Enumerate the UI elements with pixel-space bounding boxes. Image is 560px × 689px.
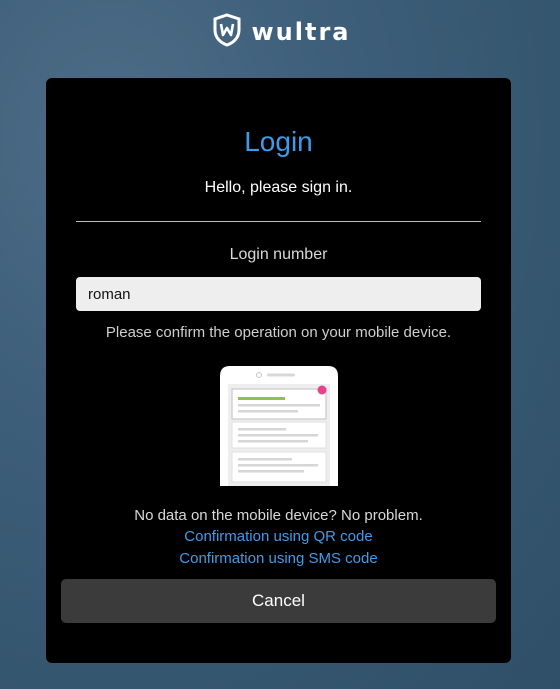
login-number-input[interactable] xyxy=(76,277,481,311)
page-title: Login xyxy=(244,126,313,157)
login-card: Login Hello, please sign in. Login numbe… xyxy=(46,78,511,663)
confirm-message: Please confirm the operation on your mob… xyxy=(105,324,452,341)
no-data-text: No data on the mobile device? No problem… xyxy=(134,507,423,524)
phone-notification-illustration xyxy=(220,364,338,491)
brand-name: wultra xyxy=(251,18,351,46)
subtitle: Hello, please sign in. xyxy=(204,179,353,196)
qr-code-link[interactable]: Confirmation using QR code xyxy=(46,528,511,545)
cancel-button[interactable]: Cancel xyxy=(61,579,496,623)
wultra-shield-icon xyxy=(210,12,244,52)
login-number-label: Login number xyxy=(229,246,328,263)
divider xyxy=(76,221,481,222)
brand-logo: wultra xyxy=(0,12,560,52)
sms-code-link[interactable]: Confirmation using SMS code xyxy=(46,550,511,567)
